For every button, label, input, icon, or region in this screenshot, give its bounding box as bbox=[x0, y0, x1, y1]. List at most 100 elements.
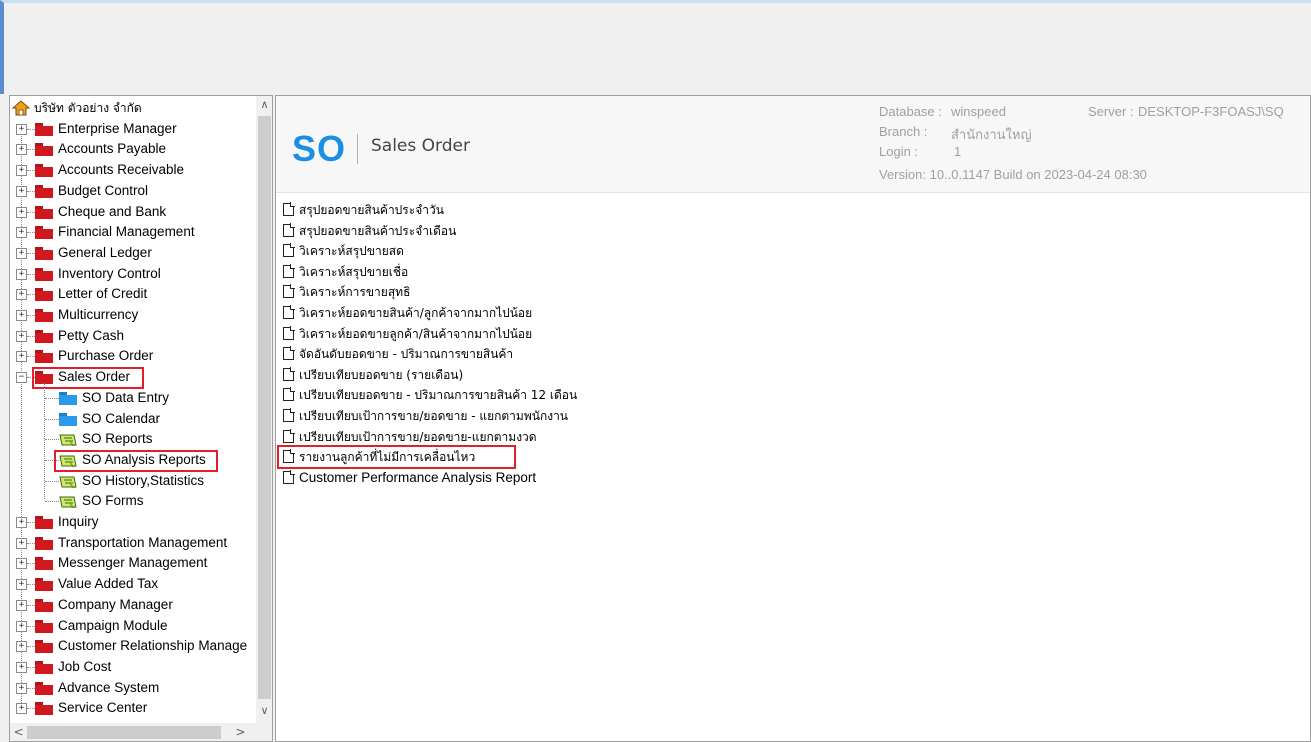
logo-separator bbox=[357, 134, 358, 164]
document-icon bbox=[283, 366, 295, 381]
tree-item-so-history-statistics[interactable]: SO History,Statistics bbox=[10, 471, 254, 491]
expand-icon[interactable]: + bbox=[16, 330, 27, 342]
expand-icon[interactable]: + bbox=[16, 703, 27, 715]
tree-connector bbox=[27, 625, 35, 627]
tree-item-label: Accounts Payable bbox=[58, 141, 167, 157]
tree-item-messenger-management[interactable]: + Messenger Management bbox=[10, 553, 254, 573]
window-top-bar bbox=[0, 0, 1311, 94]
tree-item-accounts-payable[interactable]: + Accounts Payable bbox=[10, 139, 254, 159]
tree-item-accounts-receivable[interactable]: + Accounts Receivable bbox=[10, 160, 254, 180]
tree-connector bbox=[27, 170, 35, 172]
scrollbar-thumb[interactable] bbox=[27, 726, 221, 739]
tree-item-label: Company Manager bbox=[58, 596, 173, 612]
tree-item-inquiry[interactable]: + Inquiry bbox=[10, 512, 254, 532]
tree-item-so-calendar[interactable]: SO Calendar bbox=[10, 409, 254, 429]
tree-item-service-center[interactable]: + Service Center bbox=[10, 698, 254, 718]
tree-item-customer-relationship-manage[interactable]: + Customer Relationship Manage bbox=[10, 636, 254, 656]
tree-item-campaign-module[interactable]: + Campaign Module bbox=[10, 616, 254, 636]
tree-item-label: Multicurrency bbox=[58, 307, 139, 322]
folder-icon bbox=[35, 143, 53, 157]
document-icon bbox=[283, 202, 295, 216]
tree-item-purchase-order[interactable]: + Purchase Order bbox=[10, 346, 254, 366]
expand-icon[interactable]: + bbox=[16, 289, 27, 301]
tree-connector bbox=[45, 439, 59, 441]
tree-connector bbox=[27, 294, 35, 296]
tree-connector bbox=[27, 190, 35, 192]
tree-item-so-forms[interactable]: SO Forms bbox=[10, 491, 254, 511]
tree-item-general-ledger[interactable]: + General Ledger bbox=[10, 243, 254, 263]
expand-icon[interactable]: + bbox=[16, 599, 27, 611]
module-title: Sales Order bbox=[371, 136, 470, 156]
tree-item-petty-cash[interactable]: + Petty Cash bbox=[10, 326, 254, 346]
scroll-up-arrow-icon[interactable]: ∧ bbox=[256, 96, 272, 114]
tree-connector bbox=[45, 418, 59, 420]
tree-connector bbox=[45, 397, 59, 399]
tree-connector bbox=[27, 666, 35, 668]
collapse-icon[interactable]: − bbox=[16, 372, 27, 384]
tree-connector bbox=[27, 211, 35, 213]
tree-item-financial-management[interactable]: + Financial Management bbox=[10, 222, 254, 242]
folder-icon bbox=[35, 702, 53, 716]
expand-icon[interactable]: + bbox=[16, 185, 27, 197]
report-icon bbox=[59, 495, 77, 509]
module-header: SO Sales Order Database : winspeed Serve… bbox=[276, 96, 1310, 193]
tree-horizontal-scrollbar[interactable]: < > bbox=[10, 723, 272, 741]
expand-icon[interactable]: + bbox=[16, 310, 27, 321]
expand-icon[interactable]: + bbox=[16, 247, 27, 259]
expand-icon[interactable]: + bbox=[16, 144, 27, 156]
scrollbar-thumb[interactable] bbox=[258, 116, 271, 699]
expand-icon[interactable]: + bbox=[16, 165, 27, 177]
tree-item-job-cost[interactable]: + Job Cost bbox=[10, 657, 254, 677]
database-label: Database : bbox=[879, 104, 942, 119]
tree-connector bbox=[27, 149, 35, 151]
tree-root-label: บริษัท ตัวอย่าง จำกัด bbox=[34, 101, 142, 115]
tree-item-enterprise-manager[interactable]: + Enterprise Manager bbox=[10, 119, 254, 139]
tree-item-company-manager[interactable]: + Company Manager bbox=[10, 595, 254, 615]
tree-item-multicurrency[interactable]: + Multicurrency bbox=[10, 305, 254, 325]
tree-item-so-reports[interactable]: SO Reports bbox=[10, 429, 254, 449]
expand-icon[interactable]: + bbox=[16, 206, 27, 218]
tree-item-label: SO Calendar bbox=[82, 410, 161, 426]
tree-connector bbox=[27, 128, 35, 130]
tree-connector bbox=[27, 646, 35, 648]
tree-item-cheque-and-bank[interactable]: + Cheque and Bank bbox=[10, 202, 254, 222]
expand-icon[interactable]: + bbox=[16, 268, 27, 280]
expand-icon[interactable]: + bbox=[16, 682, 27, 694]
tree-item-label: Job Cost bbox=[58, 658, 112, 674]
tree-item-inventory-control[interactable]: + Inventory Control bbox=[10, 264, 254, 284]
database-value: winspeed bbox=[951, 104, 1006, 119]
expand-icon[interactable]: + bbox=[16, 537, 27, 549]
scroll-right-arrow-icon[interactable]: > bbox=[232, 723, 249, 741]
tree-item-budget-control[interactable]: + Budget Control bbox=[10, 181, 254, 201]
expand-icon[interactable]: + bbox=[16, 620, 27, 632]
folder-icon bbox=[35, 309, 53, 322]
expand-icon[interactable]: + bbox=[16, 227, 27, 239]
expand-icon[interactable]: + bbox=[16, 517, 27, 528]
tree-item-transportation-management[interactable]: + Transportation Management bbox=[10, 533, 254, 553]
tree-connector bbox=[27, 604, 35, 606]
scroll-down-arrow-icon[interactable]: ∨ bbox=[256, 702, 272, 720]
tree-item-advance-system[interactable]: + Advance System bbox=[10, 678, 254, 698]
folder-icon bbox=[35, 288, 53, 302]
scroll-left-arrow-icon[interactable]: < bbox=[10, 723, 27, 741]
tree-item-label: Service Center bbox=[58, 700, 148, 716]
tree-item-label: Customer Relationship Manage bbox=[58, 638, 248, 654]
tree-item-label: SO History,Statistics bbox=[82, 472, 205, 488]
tree-item-value-added-tax[interactable]: + Value Added Tax bbox=[10, 574, 254, 594]
sales-order-highlight bbox=[32, 367, 144, 390]
expand-icon[interactable]: + bbox=[16, 558, 27, 570]
document-icon bbox=[283, 408, 295, 422]
tree-vertical-scrollbar[interactable]: ∧ ∨ bbox=[256, 96, 272, 723]
tree-connector bbox=[27, 687, 35, 689]
expand-icon[interactable]: + bbox=[16, 123, 27, 135]
expand-icon[interactable]: + bbox=[16, 579, 27, 591]
tree-item-label: Advance System bbox=[58, 679, 160, 695]
module-tree-panel[interactable]: บริษัท ตัวอย่าง จำกัด + Enterprise Manager… bbox=[9, 95, 273, 742]
expand-icon[interactable]: + bbox=[16, 641, 27, 653]
folder-icon bbox=[35, 350, 53, 364]
tree-item-so-data-entry[interactable]: SO Data Entry bbox=[10, 388, 254, 408]
report-item-label: เปรียบเทียบยอดขาย (รายเดือน) bbox=[299, 367, 464, 382]
expand-icon[interactable]: + bbox=[16, 351, 27, 363]
tree-item-letter-of-credit[interactable]: + Letter of Credit bbox=[10, 284, 254, 304]
expand-icon[interactable]: + bbox=[16, 661, 27, 673]
